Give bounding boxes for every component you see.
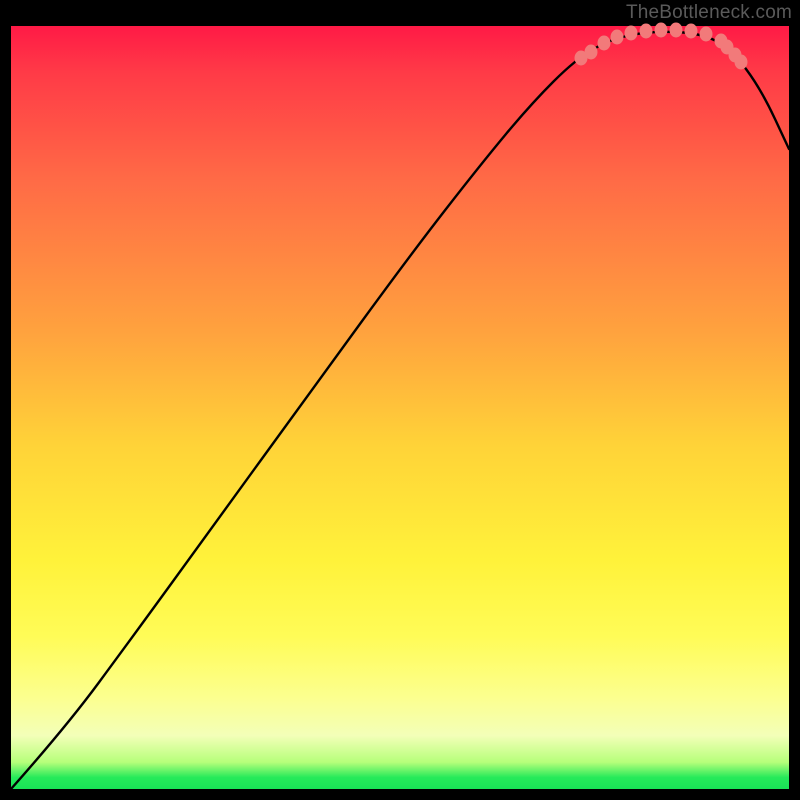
chart-frame: TheBottleneck.com xyxy=(0,0,800,800)
attribution-text: TheBottleneck.com xyxy=(626,2,792,24)
highlight-dot xyxy=(611,30,624,45)
highlight-dot xyxy=(655,23,668,38)
bottleneck-curve-path xyxy=(11,32,789,789)
marker-group xyxy=(575,23,748,70)
highlight-dot xyxy=(625,26,638,41)
highlight-dot xyxy=(700,27,713,42)
highlight-dot xyxy=(585,45,598,60)
highlight-dot xyxy=(735,55,748,70)
highlight-dot xyxy=(670,23,683,38)
highlight-dot xyxy=(598,36,611,51)
curve-layer xyxy=(11,26,789,789)
plot-area xyxy=(11,26,789,789)
highlight-dot xyxy=(640,24,653,39)
highlight-dot xyxy=(685,24,698,39)
